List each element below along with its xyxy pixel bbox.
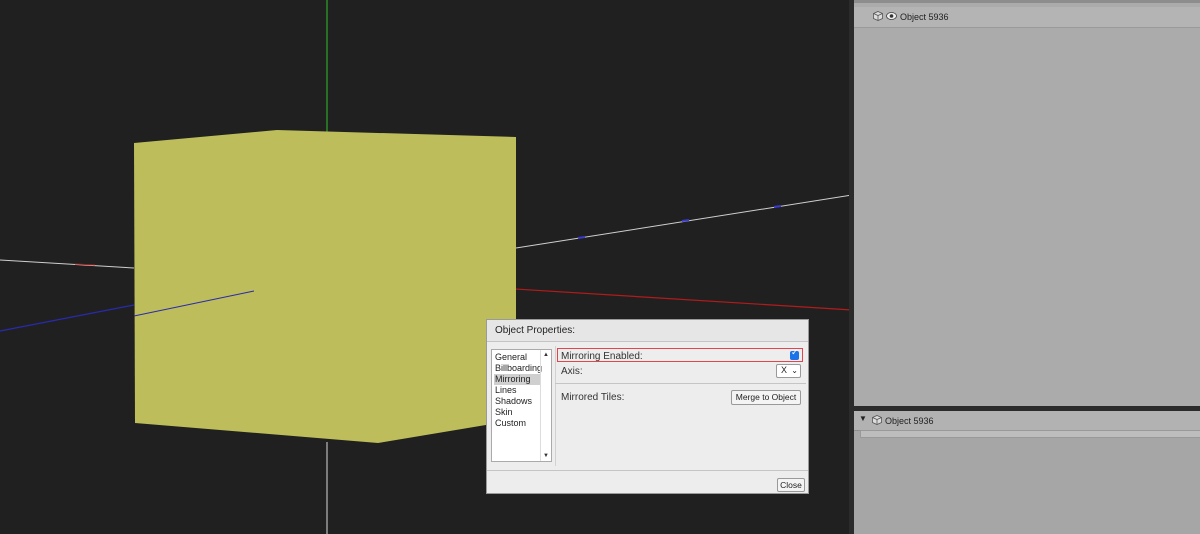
chevron-down-icon: ⌄ xyxy=(791,366,798,375)
dialog-title: Object Properties: xyxy=(495,325,576,336)
scroll-up-icon[interactable]: ▲ xyxy=(543,352,549,358)
detail-object-label: Object 5936 xyxy=(885,416,934,426)
mirroring-enabled-checkbox[interactable] xyxy=(790,348,799,360)
category-skin[interactable]: Skin xyxy=(494,407,541,418)
category-billboarding[interactable]: Billboarding xyxy=(494,363,542,374)
cube-icon xyxy=(873,11,883,21)
axis-label: Axis: xyxy=(561,366,583,377)
detail-row-object[interactable]: ▼ Object 5936 xyxy=(854,411,1200,431)
merge-to-object-button[interactable]: Merge to Object xyxy=(731,390,801,405)
category-lines[interactable]: Lines xyxy=(494,385,541,396)
category-mirroring[interactable]: Mirroring xyxy=(494,374,541,385)
close-button[interactable]: Close xyxy=(777,478,805,492)
content-separator xyxy=(555,346,556,466)
category-custom[interactable]: Custom xyxy=(494,418,541,429)
outliner-toolbar xyxy=(854,0,1200,3)
grid-line-left xyxy=(0,259,135,269)
eye-icon[interactable] xyxy=(886,11,897,21)
yellow-cube[interactable] xyxy=(134,130,516,443)
dialog-footer-divider xyxy=(487,470,808,471)
object-properties-dialog: Object Properties: General Billboarding … xyxy=(486,319,809,494)
z-axis-line-left xyxy=(0,304,135,332)
axis-select[interactable]: X ⌄ xyxy=(776,364,801,378)
grid-tick xyxy=(577,236,586,239)
horizontal-scrollbar[interactable] xyxy=(860,430,1200,438)
mirrored-tiles-label: Mirrored Tiles: xyxy=(561,392,625,403)
scroll-down-icon[interactable]: ▼ xyxy=(543,453,549,459)
category-shadows[interactable]: Shadows xyxy=(494,396,541,407)
property-category-list[interactable]: General Billboarding Mirroring Lines Sha… xyxy=(491,349,552,462)
category-list-scrollbar[interactable]: ▲ ▼ xyxy=(540,350,551,461)
object-detail-panel: ▼ Object 5936 xyxy=(854,411,1200,534)
outliner-row-object[interactable]: Object 5936 xyxy=(854,7,1200,28)
grid-tick xyxy=(681,219,690,222)
outliner-object-label: Object 5936 xyxy=(900,12,949,22)
cube-icon xyxy=(872,415,882,425)
scene-outliner-panel: Object 5936 xyxy=(854,0,1200,406)
category-general[interactable]: General xyxy=(494,352,541,363)
content-divider xyxy=(555,383,806,384)
axis-select-value: X xyxy=(781,365,788,375)
grid-tick xyxy=(773,205,782,208)
mirroring-settings: Mirroring Enabled: Axis: X ⌄ Mirrored Ti… xyxy=(555,346,806,466)
mirroring-enabled-label: Mirroring Enabled: xyxy=(561,351,643,362)
expand-triangle-icon[interactable]: ▼ xyxy=(859,414,867,423)
